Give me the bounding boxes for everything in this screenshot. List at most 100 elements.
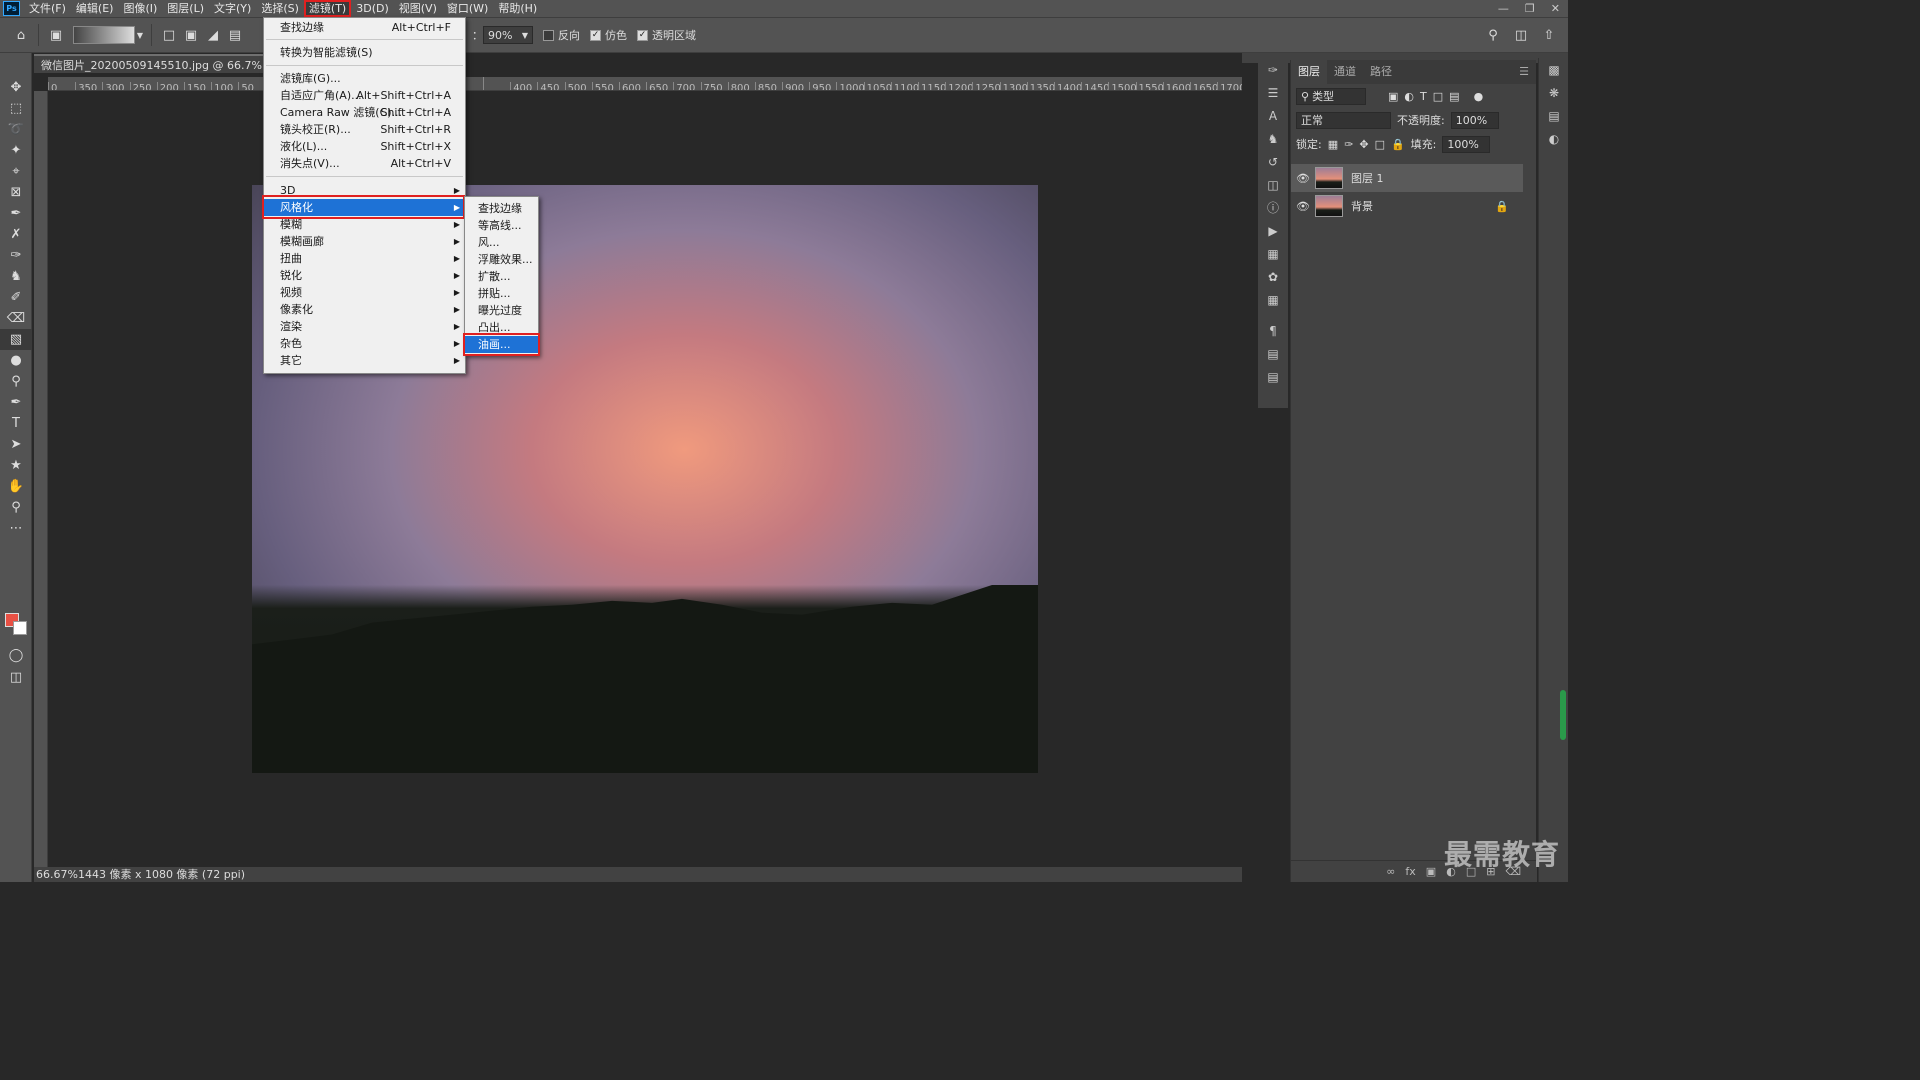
eyedropper-tool-icon[interactable]: ✒: [0, 203, 32, 224]
lock-pixels-icon[interactable]: ✑: [1344, 138, 1353, 151]
more-tools-icon[interactable]: ⋯: [0, 518, 32, 539]
filter-menu-item-vanishing-point[interactable]: 消失点(V)... Alt+Ctrl+V: [264, 155, 465, 172]
filter-menu-item-lens-correction[interactable]: 镜头校正(R)... Shift+Ctrl+R: [264, 121, 465, 138]
transparency-checkbox[interactable]: ✓: [637, 29, 648, 41]
filter-toggle-icon[interactable]: ●: [1474, 90, 1484, 103]
filter-menu-item-liquify[interactable]: 液化(L)... Shift+Ctrl+X: [264, 138, 465, 155]
chevron-down-icon[interactable]: ▼: [135, 24, 145, 46]
path-select-tool-icon[interactable]: ➤: [0, 434, 32, 455]
filter-menu-item-smart-filter[interactable]: 转换为智能滤镜(S): [264, 44, 465, 61]
menu-layer[interactable]: 图层(L): [162, 0, 209, 17]
stylize-item-diffuse[interactable]: 扩散...: [465, 268, 538, 285]
menu-edit[interactable]: 编辑(E): [71, 0, 119, 17]
filter-menu-item-other[interactable]: 其它 ▶: [264, 352, 465, 369]
color-icon[interactable]: ◐: [1539, 127, 1569, 150]
shape-filter-icon[interactable]: □: [1433, 90, 1443, 103]
libraries-icon[interactable]: ▤: [1539, 104, 1569, 127]
menu-help[interactable]: 帮助(H): [493, 0, 542, 17]
stylize-item-extrude[interactable]: 凸出...: [465, 319, 538, 336]
blend-mode-select[interactable]: 正常: [1296, 111, 1391, 129]
history-icon[interactable]: ↺: [1258, 150, 1288, 173]
stylize-item-emboss[interactable]: 浮雕效果...: [465, 251, 538, 268]
lock-position-icon[interactable]: ✥: [1359, 138, 1368, 151]
move-tool-icon[interactable]: ✥: [0, 77, 32, 98]
color-swatches[interactable]: [5, 613, 29, 637]
lock-transparent-icon[interactable]: ▦: [1328, 138, 1338, 151]
tab-channels[interactable]: 通道: [1327, 60, 1363, 84]
filter-menu-item-render[interactable]: 渲染 ▶: [264, 318, 465, 335]
dodge-tool-icon[interactable]: ⚲: [0, 371, 32, 392]
angle-gradient-icon[interactable]: ◢: [202, 24, 224, 46]
navigator-icon[interactable]: ❋: [1539, 81, 1569, 104]
stamp-tool-icon[interactable]: ♞: [0, 266, 32, 287]
filter-menu-item-camera-raw[interactable]: Camera Raw 滤镜(C)... Shift+Ctrl+A: [264, 104, 465, 121]
character-icon[interactable]: A: [1258, 104, 1288, 127]
brush-tool-icon[interactable]: ✑: [0, 245, 32, 266]
menu-type[interactable]: 文字(Y): [209, 0, 256, 17]
adjustments-icon[interactable]: ☰: [1258, 81, 1288, 104]
stylize-item-trace-contour[interactable]: 等高线...: [465, 217, 538, 234]
smart-object-filter-icon[interactable]: ▤: [1449, 90, 1459, 103]
blur-tool-icon[interactable]: ●: [0, 350, 32, 371]
gradient-tool-icon[interactable]: ▧: [0, 329, 32, 350]
stylize-item-find-edges[interactable]: 查找边缘: [465, 200, 538, 217]
info-icon[interactable]: ⓘ: [1258, 196, 1288, 219]
properties-icon[interactable]: ◫: [1258, 173, 1288, 196]
adjustment-filter-icon[interactable]: ◐: [1404, 90, 1414, 103]
hand-tool-icon[interactable]: ✋: [0, 476, 32, 497]
tool-preset-icon[interactable]: ▣: [45, 24, 67, 46]
share-icon[interactable]: ⇧: [1538, 24, 1560, 46]
layer-row-background[interactable]: 👁 背景 🔒: [1291, 192, 1523, 220]
zoom-tool-icon[interactable]: ⚲: [0, 497, 32, 518]
filter-menu-item-last-filter[interactable]: 查找边缘 Alt+Ctrl+F: [264, 19, 465, 36]
background-color-swatch[interactable]: [13, 621, 27, 635]
menu-select[interactable]: 选择(S): [256, 0, 304, 17]
reverse-checkbox[interactable]: [543, 29, 554, 41]
menu-view[interactable]: 视图(V): [394, 0, 442, 17]
type-filter-icon[interactable]: T: [1420, 90, 1427, 103]
mask-icon[interactable]: ▣: [1426, 865, 1436, 878]
paragraph-icon[interactable]: ¶: [1258, 319, 1288, 342]
home-icon[interactable]: ⌂: [10, 24, 32, 46]
actions-icon[interactable]: ▶: [1258, 219, 1288, 242]
dither-checkbox[interactable]: ✓: [590, 29, 601, 41]
table-icon[interactable]: ▦: [1258, 288, 1288, 311]
filter-menu-item-video[interactable]: 视频 ▶: [264, 284, 465, 301]
search-icon[interactable]: ⚲: [1482, 24, 1504, 46]
reflected-gradient-icon[interactable]: ▤: [224, 24, 246, 46]
linear-gradient-icon[interactable]: □: [158, 24, 180, 46]
scrollbar[interactable]: [1560, 690, 1566, 740]
link-icon[interactable]: ∞: [1386, 865, 1395, 878]
restore-icon[interactable]: ❐: [1525, 2, 1535, 15]
styles-icon[interactable]: ✿: [1258, 265, 1288, 288]
filter-menu-item-distort[interactable]: 扭曲 ▶: [264, 250, 465, 267]
panel-menu-icon[interactable]: ☰: [1512, 60, 1536, 84]
filter-menu-item-adaptive-wide-angle[interactable]: 自适应广角(A)... Alt+Shift+Ctrl+A: [264, 87, 465, 104]
filter-menu-item-gallery[interactable]: 滤镜库(G)...: [264, 70, 465, 87]
layer-opacity-input[interactable]: 100%: [1450, 111, 1499, 129]
filter-menu-item-noise[interactable]: 杂色 ▶: [264, 335, 465, 352]
brush-settings-icon[interactable]: ✑: [1258, 58, 1288, 81]
lock-all-icon[interactable]: 🔒: [1391, 138, 1405, 151]
filter-menu-item-3d[interactable]: 3D ▶: [264, 182, 465, 199]
workspace-icon[interactable]: ◫: [1510, 24, 1532, 46]
filter-menu-item-stylize[interactable]: 风格化 ▶: [264, 199, 465, 216]
lasso-tool-icon[interactable]: ➰: [0, 119, 32, 140]
filter-menu-item-sharpen[interactable]: 锐化 ▶: [264, 267, 465, 284]
stylize-item-tiles[interactable]: 拼贴...: [465, 285, 538, 302]
pixel-filter-icon[interactable]: ▣: [1388, 90, 1398, 103]
quick-mask-icon[interactable]: ◯: [0, 645, 32, 666]
layer-row-layer1[interactable]: 👁 图层 1: [1291, 164, 1523, 192]
frame-tool-icon[interactable]: ⊠: [0, 182, 32, 203]
menu-3d[interactable]: 3D(D): [351, 0, 394, 17]
type-tool-icon[interactable]: T: [0, 413, 32, 434]
eye-icon[interactable]: 👁: [1291, 200, 1315, 213]
menu-window[interactable]: 窗口(W): [442, 0, 493, 17]
shape-tool-icon[interactable]: ★: [0, 455, 32, 476]
document-tab[interactable]: 微信图片_20200509145510.jpg @ 66.7% (图层: [34, 54, 266, 73]
filter-menu-item-pixelate[interactable]: 像素化 ▶: [264, 301, 465, 318]
swatches-icon[interactable]: ▦: [1258, 242, 1288, 265]
histogram-icon[interactable]: ▩: [1539, 58, 1569, 81]
layer-kind-select[interactable]: ⚲ 类型: [1296, 87, 1366, 105]
healing-tool-icon[interactable]: ✗: [0, 224, 32, 245]
